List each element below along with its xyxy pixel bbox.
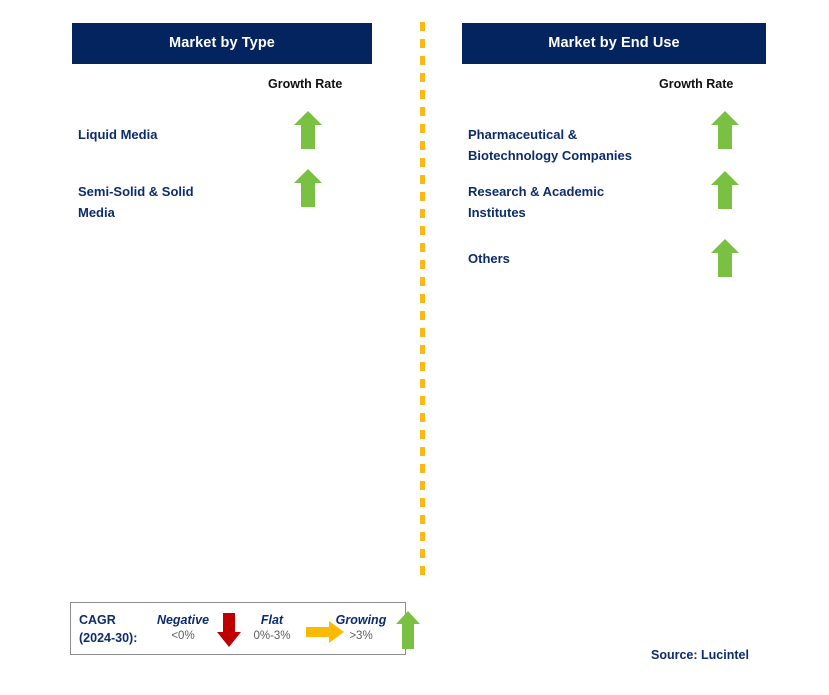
row-label: Semi-Solid & Solid Media: [78, 184, 194, 220]
arrow-up-icon: [711, 171, 739, 209]
panel-header-market-by-type: Market by Type: [72, 23, 372, 64]
panel-title: Market by Type: [169, 35, 275, 52]
legend-item-word: Flat: [260, 613, 284, 627]
legend-cagr-label: CAGR (2024-30):: [79, 613, 138, 645]
arrow-up-icon: [711, 239, 739, 277]
growth-indicator: [710, 110, 744, 150]
legend-item-negative: Negative <0%: [143, 612, 223, 644]
legend-item-word: Negative: [156, 613, 210, 627]
growth-indicator: [710, 238, 744, 278]
legend-item-growing: Growing >3%: [321, 612, 401, 644]
growth-rate-column-header: Growth Rate: [268, 77, 343, 91]
row-label: Research & Academic Institutes: [468, 184, 605, 220]
growth-indicator: [293, 168, 327, 208]
growth-indicator: [710, 170, 744, 210]
legend-item-range: <0%: [171, 630, 195, 642]
panel-market-by-type: Market by Type Growth Rate Liquid Media …: [0, 0, 414, 695]
arrow-up-icon: [294, 111, 322, 149]
arrow-up-icon: [294, 169, 322, 207]
legend-item-range: >3%: [349, 630, 373, 642]
growth-rate-column-header: Growth Rate: [659, 77, 734, 91]
legend-item-flat: Flat 0%-3%: [237, 612, 307, 644]
legend-item-range: 0%-3%: [253, 630, 291, 642]
source-attribution: Source: Lucintel: [651, 648, 749, 662]
growth-indicator: [293, 110, 327, 150]
legend-icon-growing: [395, 610, 421, 655]
row-label: Pharmaceutical & Biotechnology Companies: [468, 127, 632, 163]
row-label: Liquid Media: [78, 127, 158, 142]
panel-market-by-end-use: Market by End Use Growth Rate Pharmaceut…: [414, 0, 829, 695]
row-label: Others: [468, 251, 510, 266]
legend-cagr: CAGR (2024-30): Negative <0% Flat 0%-3% …: [70, 602, 420, 655]
panel-header-market-by-end-use: Market by End Use: [462, 23, 766, 64]
legend-item-word: Growing: [335, 613, 387, 627]
arrow-up-icon: [396, 611, 420, 649]
panel-title: Market by End Use: [548, 35, 680, 52]
arrow-up-icon: [711, 111, 739, 149]
